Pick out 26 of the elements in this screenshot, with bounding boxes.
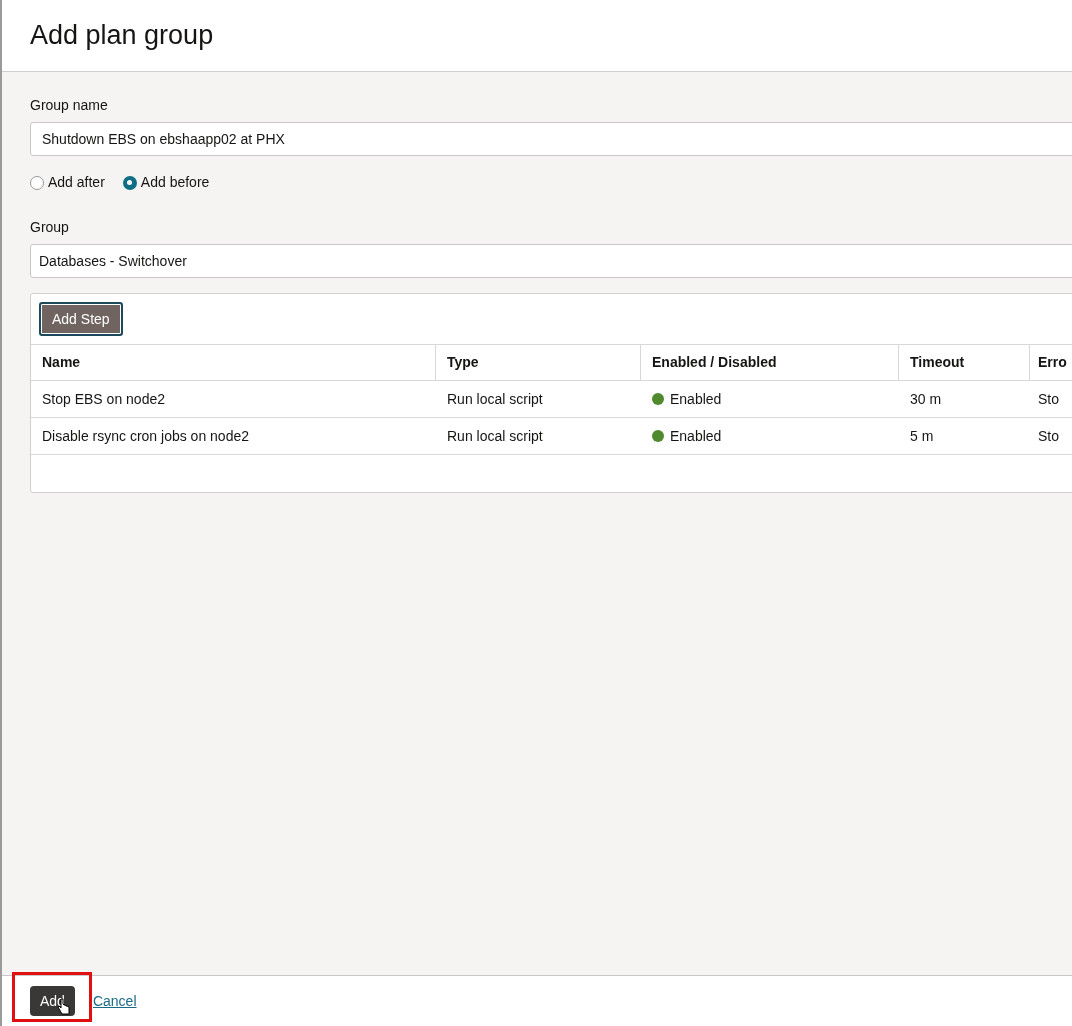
column-header: Enabled / Disabled: [641, 345, 899, 380]
table-cell-text: 30 m: [909, 389, 943, 409]
table-cell-text: Run local script: [446, 426, 544, 446]
field-label: Group: [30, 218, 70, 237]
column-header: Name: [31, 345, 436, 380]
table-cell-text: Stop EBS on node2: [41, 389, 166, 409]
table-cell-text: Sto: [1037, 426, 1060, 446]
table-cell-text: 5 m: [909, 426, 935, 446]
group-name-field[interactable]: Shutdown EBS on ebshaapp02 at PHX: [30, 122, 1072, 156]
dialog-title: Add plan group: [30, 22, 214, 49]
table-cell-text: Disable rsync cron jobs on node2: [41, 426, 250, 446]
table-cell-text: Enabled: [670, 389, 722, 409]
radio-button[interactable]: [30, 175, 44, 190]
add-step-button[interactable]: Add Step: [39, 302, 123, 336]
cancel-link[interactable]: Cancel: [92, 990, 137, 1012]
table-cell-text: Run local script: [446, 389, 544, 409]
group-field[interactable]: Databases - Switchover: [30, 244, 1072, 278]
radio-option[interactable]: Add before: [122, 172, 210, 193]
radio-button[interactable]: [122, 175, 137, 190]
field-label: Group name: [30, 96, 109, 115]
radio-option[interactable]: Add after: [30, 172, 105, 193]
column-header: Timeout: [899, 345, 1030, 380]
column-header: Erro: [1037, 353, 1068, 372]
column-header: Type: [436, 345, 641, 380]
table-cell-text: Sto: [1037, 389, 1060, 409]
table-cell-text: Enabled: [670, 426, 722, 446]
